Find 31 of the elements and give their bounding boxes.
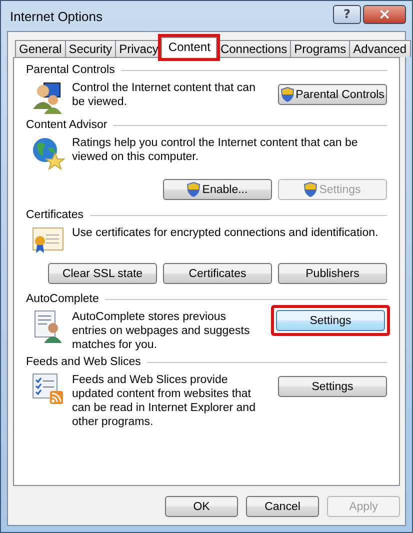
feed-list-icon xyxy=(32,373,64,405)
action-button[interactable]: Settings xyxy=(278,376,387,397)
tab[interactable]: Advanced xyxy=(349,40,411,57)
action-button[interactable]: Parental Controls xyxy=(278,84,387,105)
description-text: Ratings help you control the Internet content that can be viewed on this computer. xyxy=(72,136,359,164)
section-title: Content Advisor xyxy=(26,119,108,131)
description-text: AutoComplete stores previous entries on webpages and suggests matches for you. xyxy=(72,310,251,352)
section-title: AutoComplete xyxy=(26,293,99,305)
form-user-icon xyxy=(33,310,63,344)
dialog-button[interactable]: OK xyxy=(165,496,238,517)
section-title: Certificates xyxy=(26,209,84,221)
globe-star-icon xyxy=(31,136,65,170)
section-title: Parental Controls xyxy=(26,64,115,76)
tab[interactable]: General xyxy=(15,40,66,57)
action-button[interactable]: Enable... xyxy=(163,179,272,200)
action-button[interactable]: Certificates xyxy=(163,263,272,284)
action-button[interactable]: Settings xyxy=(276,310,385,331)
dialog-button[interactable]: Cancel xyxy=(246,496,319,517)
description-text: Control the Internet content that can be viewed. xyxy=(72,81,256,109)
certificate-icon xyxy=(32,226,64,254)
users-icon xyxy=(32,81,64,115)
tab[interactable]: Security xyxy=(64,40,116,57)
help-button[interactable]: ? xyxy=(333,4,361,24)
description-text: Feeds and Web Slices provide updated content from websites that can be read in Internet Explorer and other programs. xyxy=(72,373,256,429)
section-title: Feeds and Web Slices xyxy=(26,356,141,368)
description-text: Use certificates for encrypted connections and identification. xyxy=(72,226,380,240)
action-button[interactable]: Publishers xyxy=(278,263,387,284)
window-title: Internet Options xyxy=(10,8,102,24)
tab[interactable]: Content xyxy=(161,37,218,58)
action-button[interactable]: Clear SSL state xyxy=(48,263,157,284)
tab[interactable]: Programs xyxy=(290,40,350,57)
